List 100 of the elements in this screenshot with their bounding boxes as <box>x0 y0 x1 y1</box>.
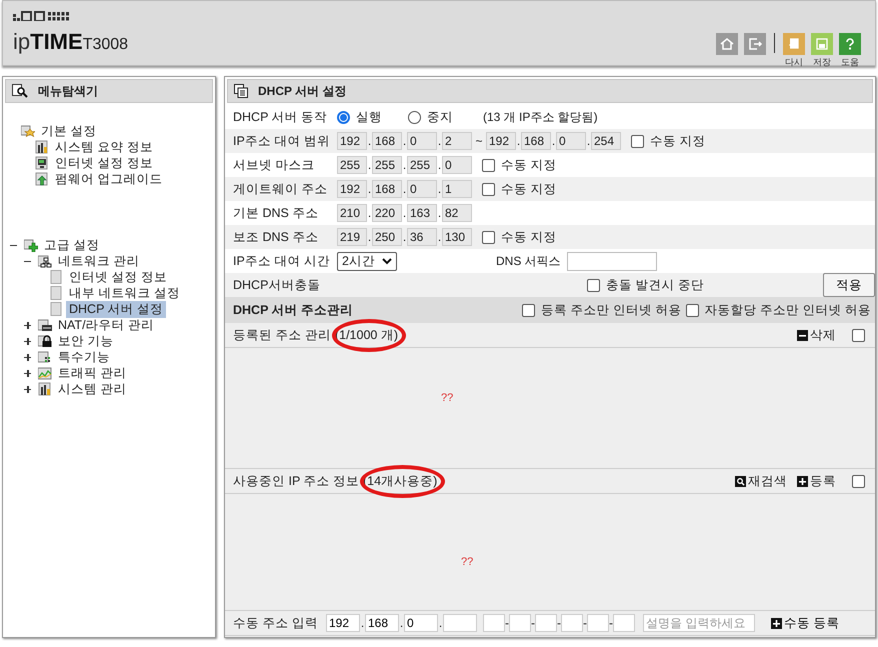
tree-item[interactable]: 트래픽 관리 <box>55 364 130 382</box>
ip-octet-field[interactable]: 250 <box>372 228 402 246</box>
separator-dot: . <box>402 158 407 172</box>
tree-item[interactable]: 내부 네트워크 설정 <box>66 284 183 302</box>
ip-octet-field[interactable]: 130 <box>442 228 472 246</box>
delete-button[interactable]: 삭제 <box>797 326 836 344</box>
ip-octet-field[interactable]: 168 <box>372 180 402 198</box>
ip-octet-field[interactable]: 192 <box>337 180 367 198</box>
ip-octet-field[interactable]: 0 <box>442 156 472 174</box>
separator-dot: . <box>438 616 443 630</box>
tree-item[interactable]: 인터넷 설정 정보 <box>66 268 170 286</box>
expand-icon[interactable] <box>23 320 32 330</box>
ip-octet-field[interactable]: 1 <box>442 180 472 198</box>
tree-item[interactable]: NAT/라우터 관리 <box>55 316 158 334</box>
manual-register-button[interactable]: 수동 등록 <box>765 614 846 632</box>
ip-octet-field[interactable]: 210 <box>337 204 367 222</box>
ip-octet-field[interactable]: 255 <box>407 156 437 174</box>
tree-item[interactable]: 특수기능 <box>55 348 113 366</box>
tree-item[interactable]: 기본 설정 <box>38 122 100 140</box>
expand-icon[interactable] <box>23 368 32 378</box>
ip-octet-field[interactable]: 82 <box>442 204 472 222</box>
ip-octet-field[interactable]: 0 <box>407 132 437 150</box>
mac-part-field[interactable] <box>509 614 531 632</box>
checkbox[interactable] <box>482 182 495 196</box>
expand-icon[interactable] <box>23 336 32 346</box>
mac-part-field[interactable] <box>587 614 609 632</box>
dns-suffix-field[interactable] <box>566 252 657 270</box>
separator-dot: . <box>402 206 407 220</box>
separator-dot: . <box>437 230 442 244</box>
checkbox-label: 수동 지정 <box>501 156 556 174</box>
lease-time-select[interactable]: 2시간 <box>337 252 397 270</box>
radio-button[interactable] <box>408 110 421 124</box>
tree-item[interactable]: 시스템 관리 <box>55 380 130 398</box>
ip-octet-field[interactable]: 219 <box>337 228 367 246</box>
ip-octet-field[interactable]: 255 <box>372 156 402 174</box>
ip-octet-field[interactable]: 2 <box>442 132 472 150</box>
help-button[interactable]: 도움 <box>839 33 861 69</box>
tree-item[interactable]: 고급 설정 <box>41 236 102 254</box>
ip-octet-field[interactable]: 163 <box>407 204 437 222</box>
logout-button[interactable] <box>744 33 766 55</box>
tree-item[interactable]: 네트워크 관리 <box>55 252 142 270</box>
undo-button[interactable]: 다시 <box>783 33 805 69</box>
ip-octet-field[interactable]: 220 <box>372 204 402 222</box>
checkbox[interactable] <box>686 304 699 316</box>
minus-icon <box>797 330 808 340</box>
mac-part-field[interactable] <box>535 614 557 632</box>
expand-icon[interactable] <box>23 352 32 362</box>
home-button[interactable] <box>716 33 738 55</box>
checkbox[interactable] <box>587 278 600 292</box>
search-icon <box>12 84 28 98</box>
ip-octet-field[interactable]: 168 <box>372 132 402 150</box>
help-icon <box>839 33 861 55</box>
ip-octet-field[interactable]: 0 <box>404 614 438 632</box>
apply-button[interactable]: 적용 <box>823 273 875 297</box>
ip-octet-field[interactable]: 192 <box>337 132 367 150</box>
description-field[interactable]: 설명을 입력하세요 <box>643 614 755 632</box>
ip-octet-field[interactable]: 0 <box>407 180 437 198</box>
tree-item[interactable]: 시스템 요약 정보 <box>52 138 156 156</box>
checkbox[interactable] <box>631 134 644 148</box>
mac-part-field[interactable] <box>561 614 583 632</box>
search-button[interactable]: 재검색 <box>735 472 787 490</box>
upload-icon <box>35 172 49 186</box>
checkbox-label: 등록 주소만 인터넷 허용 <box>541 302 682 318</box>
tree-item[interactable]: 인터넷 설정 정보 <box>52 154 156 172</box>
tree-item[interactable]: DHCP 서버 설정 <box>66 300 166 318</box>
ip-octet-field[interactable]: 255 <box>337 156 367 174</box>
separator-dot: . <box>437 182 442 196</box>
home-icon <box>716 33 738 55</box>
checkbox[interactable] <box>482 158 495 172</box>
mac-part-field[interactable] <box>483 614 505 632</box>
ip-octet-field[interactable]: 192 <box>326 614 360 632</box>
ip-octet-field[interactable]: 168 <box>365 614 399 632</box>
checkbox[interactable] <box>522 304 536 316</box>
save-button[interactable]: 저장 <box>811 33 833 69</box>
grid-icon <box>38 350 52 364</box>
page-icon <box>49 286 63 300</box>
folder-plus-icon <box>24 238 38 252</box>
select-all-checkbox[interactable] <box>852 474 865 488</box>
section-title: DHCP 서버 주소관리 <box>233 302 354 318</box>
ip-octet-field[interactable] <box>443 614 477 632</box>
plus-icon <box>797 476 808 486</box>
tree-item[interactable]: 펌웨어 업그레이드 <box>52 170 166 188</box>
ip-octet-field[interactable]: 168 <box>521 132 551 150</box>
chart-icon <box>38 382 52 396</box>
separator-dot: . <box>402 134 407 148</box>
ip-octet-field[interactable]: 36 <box>407 228 437 246</box>
add-button[interactable]: 등록 <box>797 472 836 490</box>
expand-icon[interactable] <box>23 384 32 394</box>
tree-item[interactable]: 보안 기능 <box>55 332 116 350</box>
checkbox[interactable] <box>482 230 495 244</box>
select-all-checkbox[interactable] <box>852 328 865 342</box>
radio-button[interactable] <box>337 110 350 124</box>
range-separator: ~ <box>474 134 484 148</box>
allocation-note: (13 개 IP주소 할당됨) <box>483 108 598 126</box>
ip-octet-field[interactable]: 192 <box>486 132 516 150</box>
separator-dot: . <box>367 182 372 196</box>
field-label: 수동 주소 입력 <box>233 614 319 632</box>
mac-part-field[interactable] <box>613 614 635 632</box>
ip-octet-field[interactable]: 0 <box>556 132 586 150</box>
ip-octet-field[interactable]: 254 <box>591 132 621 150</box>
